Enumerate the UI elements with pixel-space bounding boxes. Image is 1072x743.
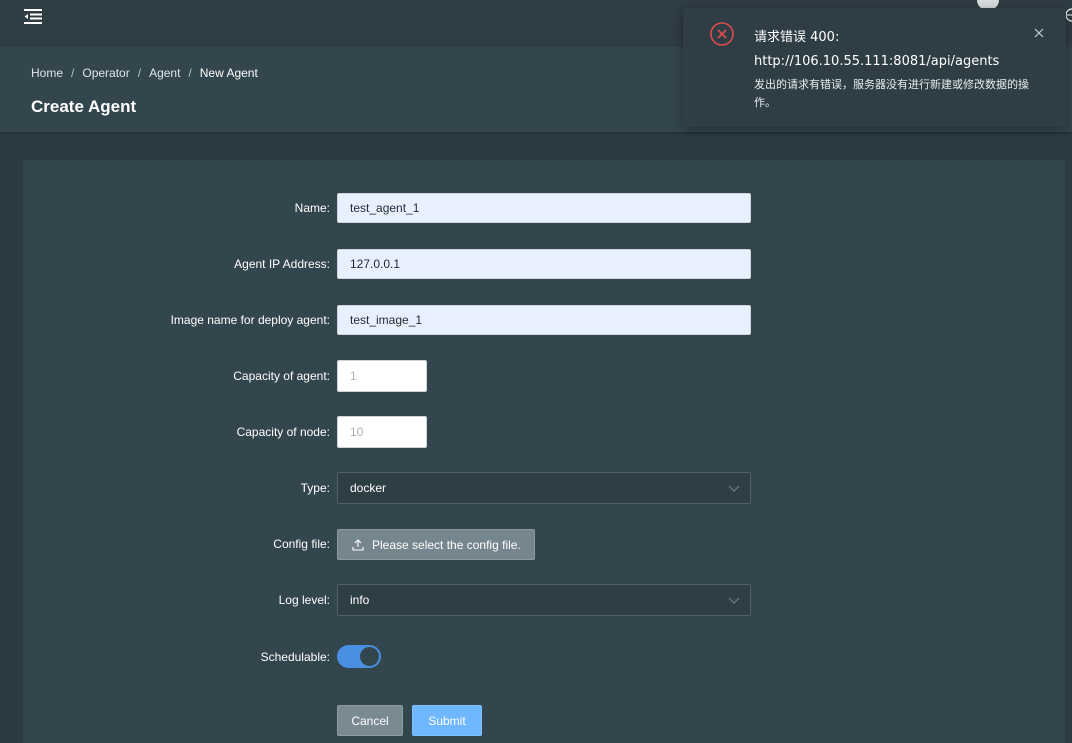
capacity-node-row: Capacity of node: bbox=[23, 416, 1065, 448]
capacity-node-label: Capacity of node: bbox=[236, 425, 330, 439]
breadcrumb-new-agent: New Agent bbox=[199, 66, 258, 80]
actions-row: Cancel Submit bbox=[23, 705, 1065, 736]
ip-label: Agent IP Address: bbox=[234, 257, 330, 271]
breadcrumb-home[interactable]: Home bbox=[31, 66, 63, 80]
breadcrumb-operator[interactable]: Operator bbox=[82, 66, 129, 80]
name-input[interactable] bbox=[337, 193, 751, 223]
capacity-agent-input[interactable] bbox=[337, 360, 427, 392]
error-notification: 请求错误 400: http://106.10.55.111:8081/api/… bbox=[683, 8, 1066, 127]
name-row: Name: bbox=[23, 193, 1065, 223]
ip-row: Agent IP Address: bbox=[23, 249, 1065, 279]
schedulable-row: Schedulable: bbox=[23, 642, 1065, 672]
schedulable-toggle[interactable] bbox=[337, 645, 381, 668]
menu-fold-icon[interactable] bbox=[24, 8, 42, 24]
type-label: Type: bbox=[300, 481, 330, 495]
close-icon[interactable] bbox=[1032, 26, 1046, 40]
notification-description: 发出的请求有错误，服务器没有进行新建或修改数据的操作。 bbox=[754, 78, 1029, 109]
breadcrumb: Home / Operator / Agent / New Agent bbox=[31, 66, 258, 80]
config-file-row: Config file: Please select the config fi… bbox=[23, 529, 1065, 560]
image-name-input[interactable] bbox=[337, 305, 751, 335]
config-file-upload-button[interactable]: Please select the config file. bbox=[337, 529, 535, 560]
chevron-down-icon bbox=[728, 597, 740, 604]
notification-title-line2: http://106.10.55.111:8081/api/agents bbox=[754, 54, 1000, 69]
notification-title: 请求错误 400: http://106.10.55.111:8081/api/… bbox=[754, 26, 1044, 74]
close-circle-icon bbox=[710, 22, 734, 46]
submit-button[interactable]: Submit bbox=[412, 705, 482, 736]
page-title: Create Agent bbox=[31, 97, 137, 116]
log-level-row: Log level: info bbox=[23, 584, 1065, 616]
notification-title-line1: 请求错误 400: bbox=[754, 30, 840, 45]
capacity-agent-row: Capacity of agent: bbox=[23, 360, 1065, 392]
capacity-node-input[interactable] bbox=[337, 416, 427, 448]
schedulable-label: Schedulable: bbox=[260, 650, 330, 664]
ip-address-input[interactable] bbox=[337, 249, 751, 279]
log-level-label: Log level: bbox=[278, 593, 330, 607]
capacity-agent-label: Capacity of agent: bbox=[233, 369, 330, 383]
upload-icon bbox=[352, 538, 364, 551]
chevron-down-icon bbox=[728, 485, 740, 492]
image-row: Image name for deploy agent: bbox=[23, 305, 1065, 335]
breadcrumb-agent[interactable]: Agent bbox=[149, 66, 180, 80]
breadcrumb-separator: / bbox=[188, 66, 192, 80]
upload-button-label: Please select the config file. bbox=[372, 537, 521, 552]
cancel-button[interactable]: Cancel bbox=[337, 705, 403, 736]
create-agent-form: Name: Agent IP Address: Image name for d… bbox=[23, 160, 1065, 743]
breadcrumb-separator: / bbox=[71, 66, 75, 80]
type-row: Type: docker bbox=[23, 472, 1065, 504]
type-select-value: docker bbox=[350, 481, 387, 495]
type-select[interactable]: docker bbox=[337, 472, 751, 504]
image-label: Image name for deploy agent: bbox=[170, 313, 330, 327]
name-label: Name: bbox=[294, 201, 330, 215]
log-level-select[interactable]: info bbox=[337, 584, 751, 616]
config-file-label: Config file: bbox=[273, 537, 330, 551]
breadcrumb-separator: / bbox=[137, 66, 142, 80]
toggle-knob bbox=[360, 647, 379, 666]
log-level-select-value: info bbox=[350, 593, 370, 607]
